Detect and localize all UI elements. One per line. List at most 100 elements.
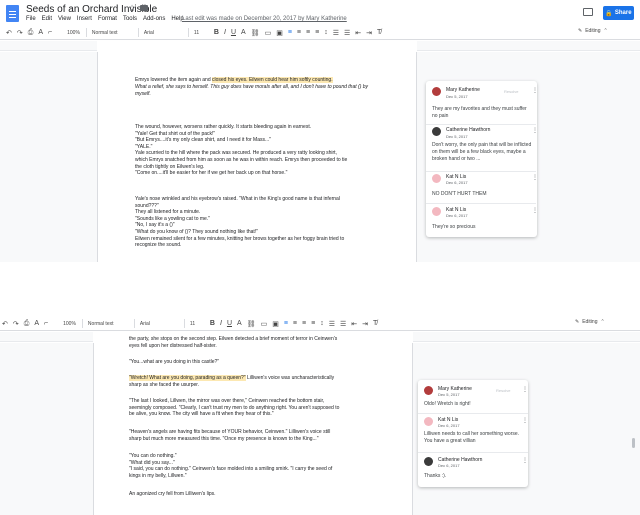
spellcheck-icon[interactable]: A — [34, 320, 39, 327]
bulleted-list-icon[interactable]: ☰ — [340, 320, 346, 328]
font-size-select[interactable]: 11 — [190, 321, 204, 327]
print-icon[interactable]: ⎙ — [28, 29, 34, 37]
decrease-indent-icon[interactable]: ⇤ — [355, 29, 361, 37]
line-spacing-icon[interactable]: ↕ — [324, 29, 328, 36]
paint-format-icon[interactable]: ⌐ — [44, 320, 48, 327]
font-select[interactable]: Arial — [140, 321, 178, 327]
text-line: the cloth tightly on Eilwen's leg. — [135, 163, 205, 170]
link-icon[interactable]: ⛓ — [247, 320, 256, 328]
align-center-icon[interactable]: ≡ — [297, 29, 301, 36]
more-icon[interactable]: ⋮ — [522, 457, 528, 464]
line-spacing-icon[interactable]: ↕ — [320, 320, 324, 327]
font-size-select[interactable]: 11 — [194, 30, 208, 36]
paragraph: What a relief, she says to herself. This… — [135, 84, 385, 97]
share-button[interactable]: 🔒 Share — [603, 6, 634, 20]
style-select[interactable]: Normal text — [88, 321, 128, 327]
italic-icon[interactable]: I — [224, 29, 226, 36]
justify-icon[interactable]: ≡ — [311, 320, 315, 327]
comment-author: Mary Katherine — [446, 87, 480, 93]
text-line: "The last I looked, Lillwen, the mirror … — [129, 398, 325, 404]
align-left-icon[interactable]: ≡ — [288, 29, 292, 36]
bulleted-list-icon[interactable]: ☰ — [344, 29, 350, 37]
star-icon[interactable]: ☆ — [128, 3, 136, 14]
document-title[interactable]: Seeds of an Orchard Invisible — [26, 4, 157, 15]
highlighted-text[interactable]: "Wretch! What are you doing, parading as… — [129, 375, 246, 381]
paint-format-icon[interactable]: ⌐ — [48, 29, 52, 36]
folder-icon[interactable] — [140, 5, 148, 11]
increase-indent-icon[interactable]: ⇥ — [362, 320, 368, 328]
mode-select[interactable]: ✎ Editing ⌃ — [575, 319, 605, 325]
more-icon[interactable]: ⋮ — [532, 174, 538, 181]
link-icon[interactable]: ⛓ — [251, 29, 260, 37]
font-select[interactable]: Arial — [144, 30, 182, 36]
increase-indent-icon[interactable]: ⇥ — [366, 29, 372, 37]
align-right-icon[interactable]: ≡ — [302, 320, 306, 327]
text-color-icon[interactable]: A — [237, 320, 242, 327]
underline-icon[interactable]: U — [227, 320, 232, 327]
menu-tools[interactable]: Tools — [123, 16, 137, 22]
more-icon[interactable]: ⋮ — [522, 417, 528, 424]
resolve-button[interactable]: Resolve — [496, 388, 510, 393]
scrollbar-thumb[interactable] — [632, 438, 635, 448]
comment-thread[interactable]: Mary Katherine Dec 5, 2017 Resolve ⋮ Old… — [418, 380, 528, 487]
text-line: Yale scurried to the hill where the pack… — [135, 150, 337, 157]
menu-view[interactable]: View — [58, 16, 71, 22]
undo-icon[interactable]: ↶ — [6, 29, 12, 37]
print-icon[interactable]: ⎙ — [24, 320, 30, 328]
comment: Catherine Hawthorn Dec 6, 2017 ⋮ Thanks … — [424, 457, 528, 483]
text-line: "You...what are you doing in this castle… — [129, 359, 220, 365]
toolbar: ↶ ↷ ⎙ A ⌐ 100% Normal text Arial 11 B I … — [0, 26, 640, 40]
mode-select[interactable]: ✎ Editing ⌃ — [578, 28, 608, 34]
menu-format[interactable]: Format — [98, 16, 117, 22]
more-icon[interactable]: ⋮ — [532, 127, 538, 134]
toolbar-divider — [187, 28, 189, 37]
align-left-icon[interactable]: ≡ — [284, 320, 288, 327]
more-icon[interactable]: ⋮ — [532, 207, 538, 214]
undo-icon[interactable]: ↶ — [2, 320, 8, 328]
clear-formatting-icon[interactable]: T̸ — [377, 29, 381, 36]
insert-comment-icon[interactable]: ▭ — [265, 29, 272, 37]
paragraph: Emrys lowered the item again and closed … — [135, 77, 385, 84]
menu-insert[interactable]: Insert — [77, 16, 92, 22]
numbered-list-icon[interactable]: ☰ — [329, 320, 335, 328]
more-icon[interactable]: ⋮ — [522, 386, 528, 393]
comment-history-icon[interactable] — [583, 8, 593, 16]
menu-edit[interactable]: Edit — [42, 16, 52, 22]
avatar — [432, 127, 441, 136]
highlighted-text[interactable]: closed his eyes. Eilwen could hear him s… — [211, 77, 333, 83]
clear-formatting-icon[interactable]: T̸ — [373, 320, 377, 327]
comment-text: Don't worry, the only pain that will be … — [432, 142, 532, 162]
avatar — [424, 457, 433, 466]
decrease-indent-icon[interactable]: ⇤ — [351, 320, 357, 328]
menu-file[interactable]: File — [26, 16, 36, 22]
align-center-icon[interactable]: ≡ — [293, 320, 297, 327]
align-right-icon[interactable]: ≡ — [306, 29, 310, 36]
redo-icon[interactable]: ↷ — [13, 320, 19, 328]
image-icon[interactable]: ▣ — [272, 320, 279, 328]
zoom-select[interactable]: 100% — [67, 30, 80, 36]
bold-icon[interactable]: B — [214, 29, 219, 36]
bold-icon[interactable]: B — [210, 320, 215, 327]
zoom-select[interactable]: 100% — [63, 321, 76, 327]
comment-date: Dec 5, 2017 — [446, 134, 468, 139]
underline-icon[interactable]: U — [231, 29, 236, 36]
more-icon[interactable]: ⋮ — [532, 87, 538, 94]
text-color-icon[interactable]: A — [241, 29, 246, 36]
docs-logo-icon[interactable] — [6, 5, 19, 22]
resolve-button[interactable]: Resolve — [504, 89, 518, 94]
style-select[interactable]: Normal text — [92, 30, 132, 36]
last-edit-link[interactable]: Last edit was made on December 20, 2017 … — [182, 16, 347, 22]
comment-thread[interactable]: Mary Katherine Dec 5, 2017 Resolve ⋮ The… — [426, 81, 538, 237]
justify-icon[interactable]: ≡ — [315, 29, 319, 36]
text-line: "What did you say..." — [129, 459, 175, 466]
comment-text: They are my favorites and they must suff… — [432, 106, 527, 119]
spellcheck-icon[interactable]: A — [38, 29, 43, 36]
menu-addons[interactable]: Add-ons — [143, 16, 165, 22]
insert-comment-icon[interactable]: ▭ — [261, 320, 268, 328]
avatar — [432, 207, 441, 216]
image-icon[interactable]: ▣ — [276, 29, 283, 37]
ruler[interactable] — [0, 41, 640, 51]
redo-icon[interactable]: ↷ — [17, 29, 23, 37]
italic-icon[interactable]: I — [220, 320, 222, 327]
numbered-list-icon[interactable]: ☰ — [333, 29, 339, 37]
